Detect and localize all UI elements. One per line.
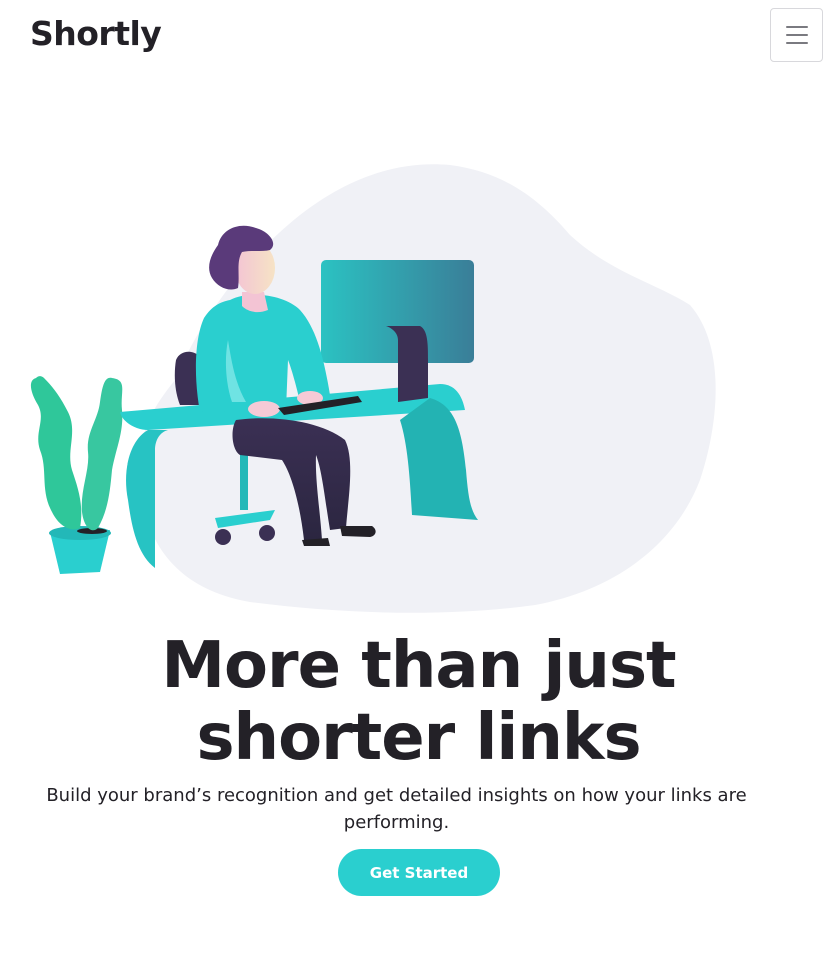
hamburger-icon-bar <box>785 42 808 44</box>
monitor-screen <box>321 260 474 363</box>
person-working-at-desk-illustration <box>30 164 716 613</box>
hamburger-icon-bar <box>785 34 808 36</box>
logo[interactable]: Shortly <box>30 14 162 53</box>
get-started-button[interactable]: Get Started <box>338 849 500 896</box>
menu-button[interactable] <box>770 8 823 62</box>
plant-leaf-right <box>81 377 123 531</box>
hamburger-icon <box>785 26 808 28</box>
hero-subtext: Build your brand’s recognition and get d… <box>46 785 747 833</box>
hero-headline: More than just shorter links <box>161 629 676 775</box>
plant-leaf-left <box>30 376 82 530</box>
